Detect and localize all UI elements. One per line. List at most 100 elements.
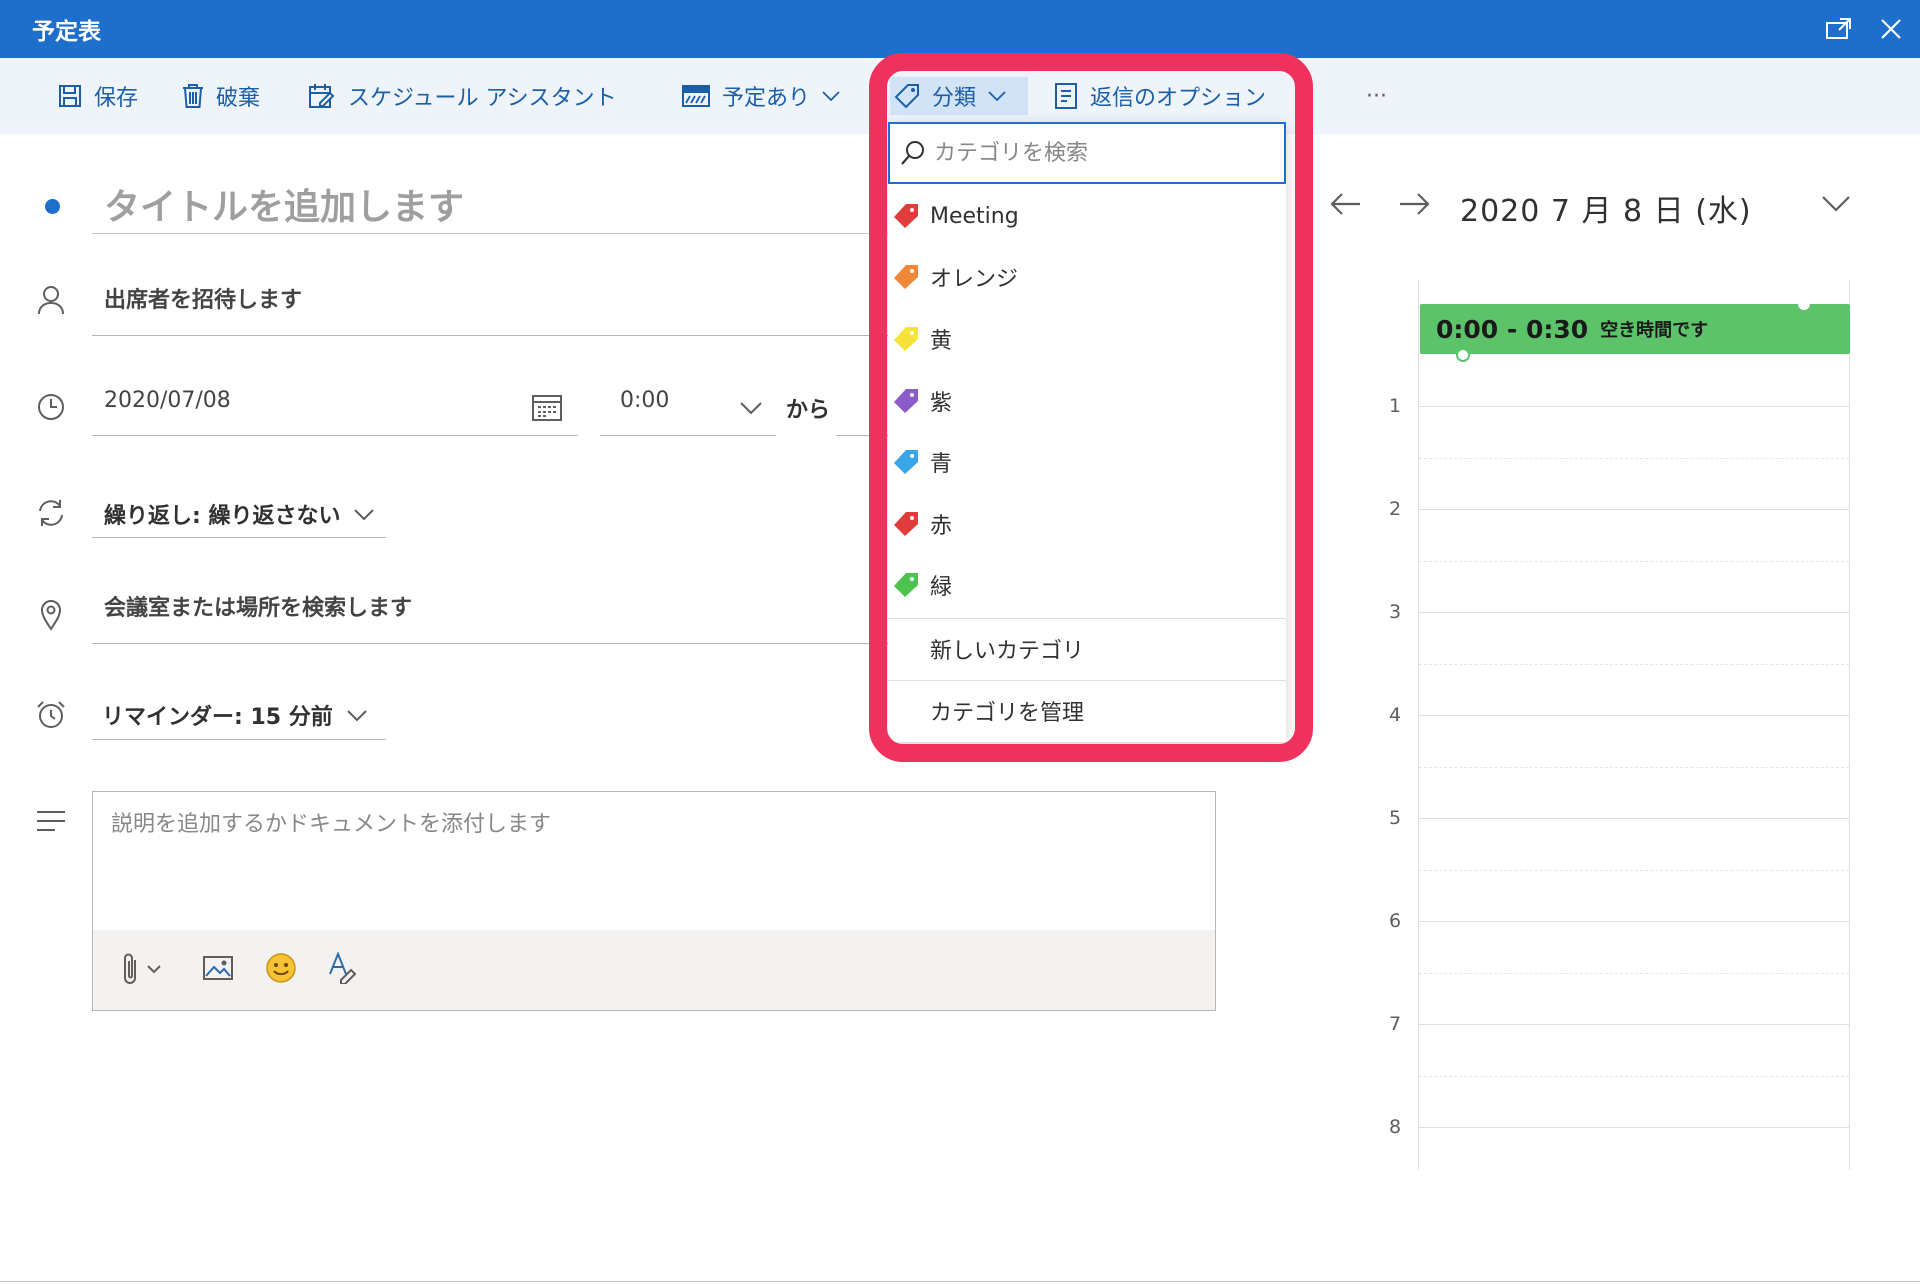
description-editor[interactable]: 説明を追加するかドキュメントを添付します bbox=[92, 791, 1216, 1011]
day-grid[interactable] bbox=[1418, 280, 1850, 1170]
category-item-orange[interactable]: オレンジ bbox=[888, 247, 1286, 307]
scheduling-assistant-button[interactable]: スケジュール アシスタント bbox=[308, 77, 617, 115]
attendees-placeholder: 出席者を招待します bbox=[104, 288, 303, 313]
title-input[interactable]: タイトルを追加します bbox=[92, 178, 892, 234]
description-icon bbox=[34, 804, 68, 838]
hour-label: 1 bbox=[1388, 395, 1402, 417]
save-button[interactable]: 保存 bbox=[58, 77, 138, 115]
response-icon bbox=[1055, 83, 1077, 109]
hour-label: 8 bbox=[1388, 1116, 1402, 1138]
recurrence-select[interactable]: 繰り返し: 繰り返さない bbox=[92, 490, 386, 538]
tag-icon bbox=[894, 573, 918, 597]
hour-label: 3 bbox=[1388, 601, 1402, 623]
tag-icon bbox=[894, 84, 919, 109]
previous-day-arrow-icon[interactable] bbox=[1326, 184, 1366, 224]
chevron-down-icon bbox=[347, 709, 367, 721]
trash-icon bbox=[183, 84, 203, 108]
event-status: 空き時間です bbox=[1600, 320, 1709, 341]
category-item-red[interactable]: 赤 bbox=[888, 494, 1286, 554]
category-label: 黄 bbox=[930, 329, 953, 354]
location-input[interactable]: 会議室または場所を検索します bbox=[92, 590, 892, 644]
next-day-arrow-icon[interactable] bbox=[1394, 184, 1434, 224]
hour-label: 6 bbox=[1388, 910, 1402, 932]
calendar-edit-icon bbox=[309, 84, 335, 108]
date-value: 2020/07/08 bbox=[104, 388, 231, 413]
search-icon bbox=[901, 141, 924, 165]
date-picker-chevron-icon[interactable] bbox=[1816, 184, 1856, 224]
reminder-value: リマインダー: 15 分前 bbox=[102, 704, 333, 730]
title-bar: 予定表 bbox=[0, 0, 1920, 58]
category-label: 紫 bbox=[930, 391, 953, 416]
end-time-select[interactable] bbox=[836, 388, 892, 436]
recurrence-value: 繰り返し: 繰り返さない bbox=[104, 503, 341, 529]
chevron-down-icon bbox=[354, 508, 375, 520]
title-placeholder: タイトルを追加します bbox=[104, 187, 465, 228]
date-input[interactable]: 2020/07/08 bbox=[92, 388, 578, 436]
chevron-down-icon bbox=[822, 91, 840, 102]
clock-icon bbox=[34, 390, 68, 424]
description-placeholder: 説明を追加するかドキュメントを添付します bbox=[111, 812, 552, 837]
busy-icon bbox=[682, 85, 710, 107]
window-title: 予定表 bbox=[32, 19, 101, 45]
manage-categories-label: カテゴリを管理 bbox=[930, 701, 1085, 726]
tag-icon bbox=[894, 389, 918, 413]
event-resize-handle-top[interactable] bbox=[1798, 298, 1810, 310]
emoji-icon[interactable] bbox=[265, 952, 297, 984]
editor-toolbar bbox=[93, 930, 1215, 1010]
more-button[interactable]: ··· bbox=[1366, 77, 1387, 115]
new-category-label: 新しいカテゴリ bbox=[930, 639, 1085, 664]
popout-icon[interactable] bbox=[1822, 12, 1856, 46]
person-icon bbox=[34, 283, 68, 317]
category-label: 青 bbox=[930, 452, 953, 477]
image-icon[interactable] bbox=[203, 956, 233, 980]
attach-icon[interactable] bbox=[121, 952, 165, 986]
category-item-meeting[interactable]: Meeting bbox=[888, 186, 1286, 246]
repeat-icon bbox=[34, 496, 68, 530]
category-item-purple[interactable]: 紫 bbox=[888, 371, 1286, 431]
categorize-button[interactable]: 分類 bbox=[890, 77, 1028, 115]
format-icon[interactable] bbox=[327, 952, 357, 984]
event-resize-handle-bottom[interactable] bbox=[1456, 348, 1470, 362]
tag-icon bbox=[894, 265, 918, 289]
discard-label: 破棄 bbox=[216, 86, 261, 111]
hour-label: 5 bbox=[1388, 807, 1402, 829]
calendar-picker-icon[interactable] bbox=[532, 393, 562, 425]
manage-categories-item[interactable]: カテゴリを管理 bbox=[888, 680, 1286, 742]
save-label: 保存 bbox=[94, 86, 139, 111]
scheduling-assistant-label: スケジュール アシスタント bbox=[348, 86, 617, 111]
category-search-box[interactable] bbox=[888, 122, 1286, 184]
calendar-color-dot bbox=[45, 199, 60, 214]
attendees-input[interactable]: 出席者を招待します bbox=[92, 282, 892, 336]
chevron-down-icon bbox=[740, 400, 762, 419]
hour-label: 2 bbox=[1388, 498, 1402, 520]
tag-icon bbox=[894, 204, 918, 228]
tag-icon bbox=[894, 327, 918, 351]
show-as-label: 予定あり bbox=[722, 86, 811, 111]
location-placeholder: 会議室または場所を検索します bbox=[104, 596, 413, 621]
close-icon[interactable] bbox=[1874, 12, 1908, 46]
category-label: Meeting bbox=[930, 203, 1019, 229]
discard-button[interactable]: 破棄 bbox=[182, 77, 260, 115]
from-label: から bbox=[786, 398, 831, 423]
category-item-yellow[interactable]: 黄 bbox=[888, 309, 1286, 369]
event-block[interactable]: 0:00 - 0:30 空き時間です bbox=[1420, 304, 1850, 354]
bottom-divider bbox=[0, 1281, 1920, 1282]
location-icon bbox=[34, 598, 68, 632]
response-options-button[interactable]: 返信のオプション bbox=[1054, 77, 1266, 115]
calendar-date-label: 2020 7 月 8 日 (水) bbox=[1460, 194, 1752, 229]
more-icon: ··· bbox=[1366, 83, 1387, 109]
show-as-button[interactable]: 予定あり bbox=[682, 77, 840, 115]
category-item-blue[interactable]: 青 bbox=[888, 432, 1286, 492]
category-search-input[interactable] bbox=[934, 140, 1234, 166]
new-category-item[interactable]: 新しいカテゴリ bbox=[888, 618, 1286, 680]
category-label: オレンジ bbox=[930, 267, 1019, 292]
tag-icon bbox=[894, 512, 918, 536]
chevron-down-icon bbox=[988, 91, 1006, 102]
category-dropdown: Meeting オレンジ 黄 紫 青 赤 緑 新しいカテゴリ カテゴリを管理 bbox=[888, 122, 1286, 742]
response-options-label: 返信のオプション bbox=[1090, 86, 1267, 111]
category-item-green[interactable]: 緑 bbox=[888, 555, 1286, 615]
reminder-select[interactable]: リマインダー: 15 分前 bbox=[92, 690, 386, 740]
hour-label: 7 bbox=[1388, 1013, 1402, 1035]
category-label: 緑 bbox=[930, 575, 953, 600]
hour-label: 4 bbox=[1388, 704, 1402, 726]
